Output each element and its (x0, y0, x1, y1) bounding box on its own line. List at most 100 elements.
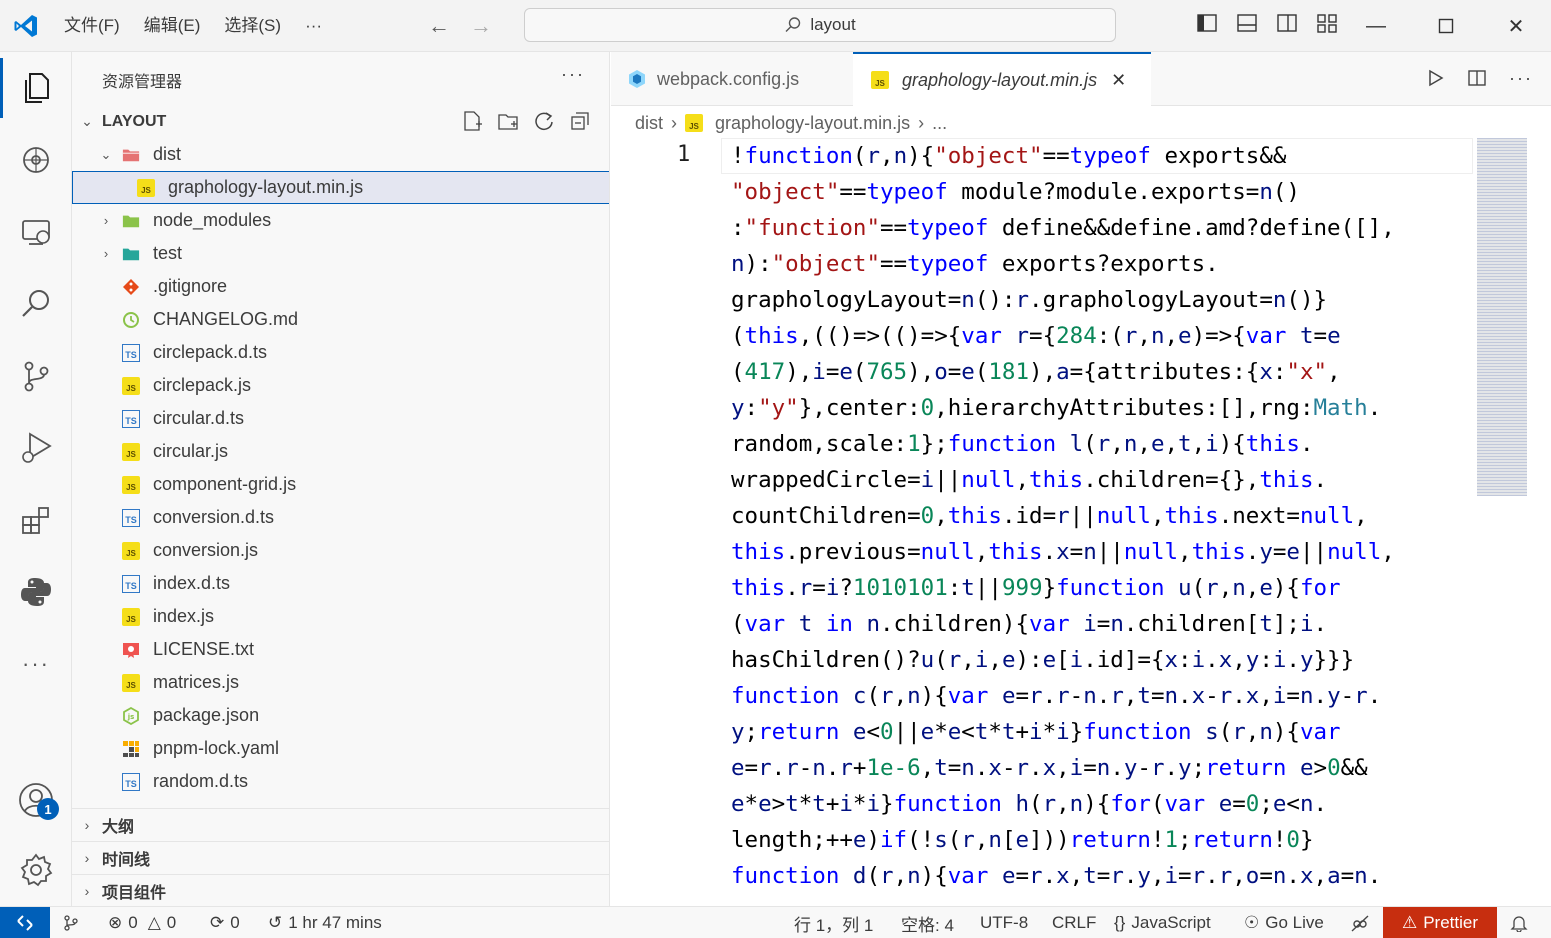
menu-selection[interactable]: 选择(S) (212, 12, 293, 40)
sidebar-more-icon[interactable]: ··· (561, 64, 585, 85)
run-file-icon[interactable] (1425, 68, 1445, 93)
code-line[interactable]: countChildren=0,this.id=r||null,this.nex… (731, 498, 1368, 534)
section-timeline[interactable]: › 时间线 (72, 841, 609, 874)
maximize-icon[interactable] (1411, 0, 1481, 52)
account-badge: 1 (37, 798, 59, 820)
section-project-components[interactable]: › 项目组件 (72, 874, 609, 906)
code-line[interactable]: graphologyLayout=n():r.graphologyLayout=… (731, 282, 1327, 318)
tree-folder-test[interactable]: › test (72, 237, 609, 270)
search-icon[interactable] (0, 274, 72, 334)
tree-file-conversion-d-ts[interactable]: TS conversion.d.ts (72, 501, 609, 534)
editor-more-icon[interactable]: ··· (1509, 68, 1533, 93)
breadcrumb-folder[interactable]: dist (635, 113, 663, 134)
account-icon[interactable] (0, 770, 72, 830)
collapse-all-icon[interactable] (569, 110, 591, 132)
tree-file-random-d-ts[interactable]: TS random.d.ts (72, 765, 609, 798)
settings-gear-icon[interactable] (0, 840, 72, 900)
prettier-status[interactable]: ⚠ Prettier (1383, 907, 1497, 938)
code-line[interactable]: e=r.r-n.r+1e-6,t=n.x-r.x,i=n.y-r.y;retur… (731, 750, 1368, 786)
back-arrow-icon[interactable]: ← (428, 13, 450, 39)
code-line[interactable]: hasChildren()?u(r,i,e):e[i.id]={x:i.x,y:… (731, 642, 1354, 678)
toggle-secondary-sidebar-icon[interactable] (1276, 12, 1298, 34)
code-line[interactable]: n):"object"==typeof exports?exports. (731, 246, 1219, 282)
toggle-primary-sidebar-icon[interactable] (1196, 12, 1218, 34)
toggle-panel-icon[interactable] (1236, 12, 1258, 34)
tree-file-index-d-ts[interactable]: TS index.d.ts (72, 567, 609, 600)
python-icon[interactable] (0, 562, 72, 622)
cursor-position[interactable]: 行 1，列 1 (794, 907, 873, 938)
notifications-bell-icon[interactable] (1510, 907, 1528, 938)
tree-file-changelog[interactable]: CHANGELOG.md (72, 303, 609, 336)
line-ending[interactable]: CRLF (1052, 907, 1096, 938)
copilot-icon[interactable] (1350, 907, 1370, 938)
tree-file-conversion-js[interactable]: JS conversion.js (72, 534, 609, 567)
code-line[interactable]: :"function"==typeof define&&define.amd?d… (731, 210, 1395, 246)
indentation[interactable]: 空格: 4 (901, 907, 954, 938)
breadcrumb-symbol[interactable]: ... (932, 113, 947, 134)
breadcrumb-file[interactable]: graphology-layout.min.js (715, 113, 910, 134)
ports-status[interactable]: ⟳ 0 (210, 907, 240, 938)
problems-status[interactable]: ⊗ 0 △ 0 (108, 907, 176, 938)
menu-edit[interactable]: 编辑(E) (132, 12, 213, 40)
customize-layout-icon[interactable] (1316, 12, 1338, 34)
tree-folder-node-modules[interactable]: › node_modules (72, 204, 609, 237)
code-line[interactable]: function c(r,n){var e=r.r-n.r,t=n.x-r.x,… (731, 678, 1381, 714)
section-project-components-label: 项目组件 (102, 885, 167, 902)
tree-file-circular-js[interactable]: JS circular.js (72, 435, 609, 468)
code-line[interactable]: this.previous=null,this.x=n||null,this.y… (731, 534, 1395, 570)
tree-file-pnpm-lock[interactable]: pnpm-lock.yaml (72, 732, 609, 765)
refresh-icon[interactable] (533, 110, 555, 132)
more-icon[interactable]: ··· (0, 634, 72, 694)
tree-file-graphology-layout-min-js[interactable]: JS graphology-layout.min.js (72, 171, 609, 204)
code-line[interactable]: y:"y"},center:0,hierarchyAttributes:[],r… (731, 390, 1381, 426)
code-line[interactable]: function d(r,n){var e=r.x,t=r.y,i=r.r,o=… (731, 858, 1381, 894)
remote-indicator-icon[interactable] (0, 907, 50, 938)
code-line[interactable]: e*e>t*t+i*i}function h(r,n){for(var e=0;… (731, 786, 1327, 822)
code-line[interactable]: "object"==typeof module?module.exports=n… (731, 174, 1300, 210)
tree-file-gitignore[interactable]: .gitignore (72, 270, 609, 303)
code-line[interactable]: random,scale:1};function l(r,n,e,t,i){th… (731, 426, 1314, 462)
tree-file-circlepack-js[interactable]: JS circlepack.js (72, 369, 609, 402)
split-editor-icon[interactable] (1467, 68, 1487, 93)
tree-file-package-json[interactable]: js package.json (72, 699, 609, 732)
new-folder-icon[interactable] (497, 110, 519, 132)
code-line[interactable]: (417),i=e(765),o=e(181),a={attributes:{x… (731, 354, 1341, 390)
new-file-icon[interactable] (461, 110, 483, 132)
source-control-icon[interactable] (0, 346, 72, 406)
code-line[interactable]: this.r=i?1010101:t||999}function u(r,n,e… (731, 570, 1341, 606)
close-tab-icon[interactable]: ✕ (1111, 70, 1126, 91)
menu-more[interactable]: ··· (293, 12, 334, 40)
code-line[interactable]: !function(r,n){"object"==typeof exports&… (731, 138, 1286, 174)
extensions-icon[interactable] (0, 490, 72, 550)
run-debug-icon[interactable] (0, 418, 72, 478)
tree-file-matrices-js[interactable]: JS matrices.js (72, 666, 609, 699)
tree-file-index-js[interactable]: JS index.js (72, 600, 609, 633)
remote-explorer-icon[interactable] (0, 130, 72, 190)
code-line[interactable]: wrappedCircle=i||null,this.children={},t… (731, 462, 1327, 498)
tab-graphology-layout-min-js[interactable]: JS graphology-layout.min.js ✕ (853, 52, 1151, 106)
go-live-button[interactable]: ☉ Go Live (1244, 907, 1324, 938)
command-center-search[interactable]: layout (524, 8, 1116, 42)
explorer-icon[interactable] (0, 58, 72, 118)
code-line[interactable]: length;++e)if(!s(r,n[e]))return!1;return… (731, 822, 1314, 858)
remote-window-icon[interactable] (0, 202, 72, 262)
tab-webpack-config[interactable]: webpack.config.js (611, 52, 853, 106)
code-line[interactable]: y;return e<0||e*e<t*t+i*i}function s(r,n… (731, 714, 1341, 750)
close-window-icon[interactable]: ✕ (1481, 0, 1551, 52)
tree-file-component-grid-js[interactable]: JS component-grid.js (72, 468, 609, 501)
code-line[interactable]: (this,(()=>(()=>{var r={284:(r,n,e)=>{va… (731, 318, 1341, 354)
time-tracker-status[interactable]: ↺ 1 hr 47 mins (268, 907, 382, 938)
minimap-slider[interactable] (1477, 138, 1527, 496)
code-line[interactable]: (var t in n.children){var i=n.children[t… (731, 606, 1327, 642)
section-outline[interactable]: › 大纲 (72, 808, 609, 841)
tree-file-circular-d-ts[interactable]: TS circular.d.ts (72, 402, 609, 435)
tree-file-circlepack-d-ts[interactable]: TS circlepack.d.ts (72, 336, 609, 369)
menu-file[interactable]: 文件(F) (52, 12, 132, 40)
encoding[interactable]: UTF-8 (980, 907, 1028, 938)
source-control-status[interactable] (62, 907, 80, 938)
language-mode[interactable]: {} JavaScript (1114, 907, 1211, 938)
forward-arrow-icon[interactable]: → (470, 13, 492, 39)
tree-folder-dist[interactable]: ⌄ dist (72, 138, 609, 171)
minimize-icon[interactable]: — (1341, 0, 1411, 52)
tree-file-license[interactable]: LICENSE.txt (72, 633, 609, 666)
